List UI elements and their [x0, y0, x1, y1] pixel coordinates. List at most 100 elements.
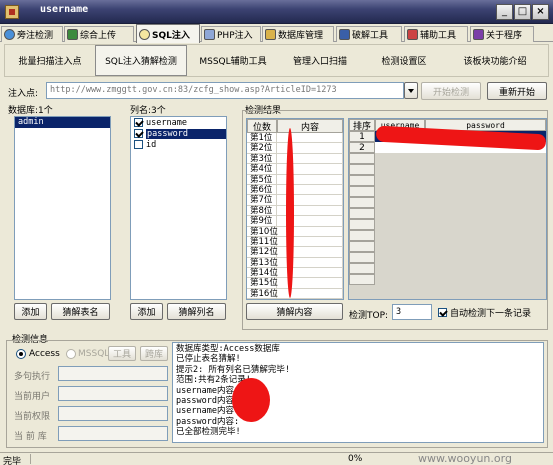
guess-column-button[interactable]: 猜解列名	[167, 303, 226, 320]
table-row[interactable]: 第14位	[247, 268, 343, 279]
table-row[interactable]: 第4位	[247, 164, 343, 175]
empty-row-header	[349, 252, 375, 263]
empty-row-header	[349, 274, 375, 285]
content-header: 内容	[277, 119, 343, 133]
table-row[interactable]: 第1位	[247, 133, 343, 144]
start-detect-button[interactable]: 开始检测	[421, 82, 481, 100]
position-cell: 第1位	[247, 133, 277, 144]
mssql-radio-option[interactable]: MSSQL	[66, 349, 109, 359]
guess-table-button[interactable]: 猜解表名	[51, 303, 110, 320]
tab-php-injection[interactable]: PHP注入	[201, 26, 261, 42]
table-row[interactable]: 第8位	[247, 205, 343, 217]
url-dropdown-button[interactable]	[404, 82, 418, 99]
access-label: Access	[29, 349, 60, 359]
column-checkbox[interactable]	[134, 118, 143, 127]
table-row[interactable]: 第5位	[247, 174, 343, 185]
column-checkbox[interactable]	[134, 129, 143, 138]
position-cell: 第14位	[247, 268, 278, 279]
column-list[interactable]: username password id	[130, 116, 227, 300]
current-user-field	[58, 386, 168, 401]
subtab-settings[interactable]: 检测设置区	[367, 45, 441, 76]
database-count-label: 数据库:1个	[8, 106, 53, 116]
subtab-batch-scan[interactable]: 批量扫描注入点	[7, 45, 93, 76]
restart-button[interactable]: 重新开始	[487, 82, 547, 100]
redacted-content	[286, 128, 294, 298]
info-icon	[473, 29, 484, 40]
add-database-button[interactable]: 添加	[14, 303, 47, 320]
empty-row-header	[349, 186, 375, 197]
column-checkbox[interactable]	[134, 140, 143, 149]
current-priv-field	[58, 406, 168, 421]
column-count-label: 列名:3个	[130, 106, 166, 116]
position-rows: 第1位 第2位 第3位 第4位 第5位 第6位 第7位 第8位 第9位 第10位 第11位 第12位第…	[247, 133, 343, 299]
globe-icon	[4, 29, 15, 40]
maximize-button[interactable]: □	[514, 4, 531, 20]
auto-detect-label: 自动检测下一条记录	[450, 309, 532, 319]
table-row[interactable]: 第16位	[247, 288, 343, 299]
table-row[interactable]: 第7位	[247, 195, 343, 206]
empty-row-header	[349, 208, 375, 219]
empty-row-headers	[349, 153, 375, 285]
minimize-button[interactable]: _	[496, 4, 513, 20]
empty-row-header	[349, 175, 375, 186]
tab-side-detect[interactable]: 旁注检测	[1, 26, 63, 42]
status-divider	[30, 454, 31, 464]
position-grid-header: 位数 内容	[247, 119, 343, 133]
log-line: 已全部检测完毕!	[176, 427, 241, 438]
table-row[interactable]: 第15位	[247, 278, 343, 289]
position-cell: 第2位	[247, 143, 277, 154]
access-radio-option[interactable]: Access	[16, 349, 60, 359]
tab-upload[interactable]: 综合上传	[64, 26, 134, 42]
php-icon	[204, 29, 215, 40]
mssql-radio[interactable]	[66, 349, 76, 359]
subtab-sql-guess[interactable]: SQL注入猜解检测	[95, 45, 187, 76]
subtab-help[interactable]: 该板块功能介绍	[447, 45, 543, 76]
close-button[interactable]: ×	[532, 4, 549, 20]
tool-button[interactable]: 工具	[108, 346, 136, 361]
status-bar: 完毕 0% www.wooyun.org	[0, 452, 553, 465]
table-row[interactable]: 第13位	[247, 257, 343, 269]
table-row[interactable]: 第3位	[247, 153, 343, 165]
tab-aux-tools[interactable]: 辅助工具	[404, 26, 468, 42]
tab-about[interactable]: 关于程序	[470, 26, 534, 42]
tab-crack-tools[interactable]: 破解工具	[336, 26, 402, 42]
progress-text: 0%	[348, 454, 363, 464]
table-row[interactable]: 第9位	[247, 216, 343, 227]
table-row[interactable]: 第6位	[247, 184, 343, 196]
add-column-button[interactable]: 添加	[130, 303, 163, 320]
table-row[interactable]: 第11位	[247, 236, 343, 248]
tab-sql-injection[interactable]: SQL注入	[136, 24, 200, 43]
log-lines: 数据库类型:Access数据库 已停止表名猜解! 提示2: 所有列名已猜解完毕! 范围…	[176, 344, 540, 438]
subtab-admin-scan[interactable]: 管理入口扫描	[279, 45, 361, 76]
position-grid[interactable]: 位数 内容 第1位 第2位 第3位 第4位 第5位 第6位 第7位 第8位 第9位 第10位 第11…	[246, 118, 344, 300]
top-input[interactable]: 3	[392, 304, 432, 320]
empty-row-header	[349, 197, 375, 208]
table-row[interactable]: 第12位	[247, 247, 343, 258]
auto-detect-toggle[interactable]: 自动检测下一条记录	[438, 306, 531, 319]
log-line: password内容:	[176, 396, 240, 407]
log-line: 范围:共有2条记录!	[176, 375, 251, 386]
log-line: 数据库类型:Access数据库	[176, 344, 280, 354]
table-row[interactable]: 第10位	[247, 226, 343, 237]
guess-content-button[interactable]: 猜解内容	[246, 303, 343, 320]
list-item-database[interactable]: admin	[15, 117, 110, 128]
empty-row-header	[349, 230, 375, 241]
database-list[interactable]: admin	[14, 116, 111, 300]
log-line: username内容:	[176, 406, 240, 417]
list-item-column[interactable]: id	[131, 139, 226, 150]
tab-db-manage[interactable]: 数据库管理	[262, 26, 334, 42]
list-item-column[interactable]: username	[131, 117, 226, 128]
injection-url-input[interactable]: http://www.zmggtt.gov.cn:83/zcfg_show.as…	[46, 82, 404, 99]
subtab-mssql-tools[interactable]: MSSQL辅助工具	[191, 45, 275, 76]
list-item-column[interactable]: password	[131, 128, 226, 139]
position-cell: 第7位	[247, 195, 277, 206]
main-tabbar: 旁注检测 综合上传 SQL注入 PHP注入 数据库管理 破解工具 辅助工具 关于…	[0, 24, 553, 43]
position-cell: 第16位	[247, 288, 278, 299]
detect-log[interactable]: 数据库类型:Access数据库 已停止表名猜解! 提示2: 所有列名已猜解完毕! 范围…	[172, 342, 544, 443]
cross-db-button[interactable]: 跨库	[140, 346, 168, 361]
table-row[interactable]: 第2位	[247, 143, 343, 154]
access-radio[interactable]	[16, 349, 26, 359]
position-cell: 第13位	[247, 257, 278, 269]
chevron-down-icon	[408, 88, 414, 93]
auto-detect-checkbox[interactable]	[438, 308, 447, 317]
